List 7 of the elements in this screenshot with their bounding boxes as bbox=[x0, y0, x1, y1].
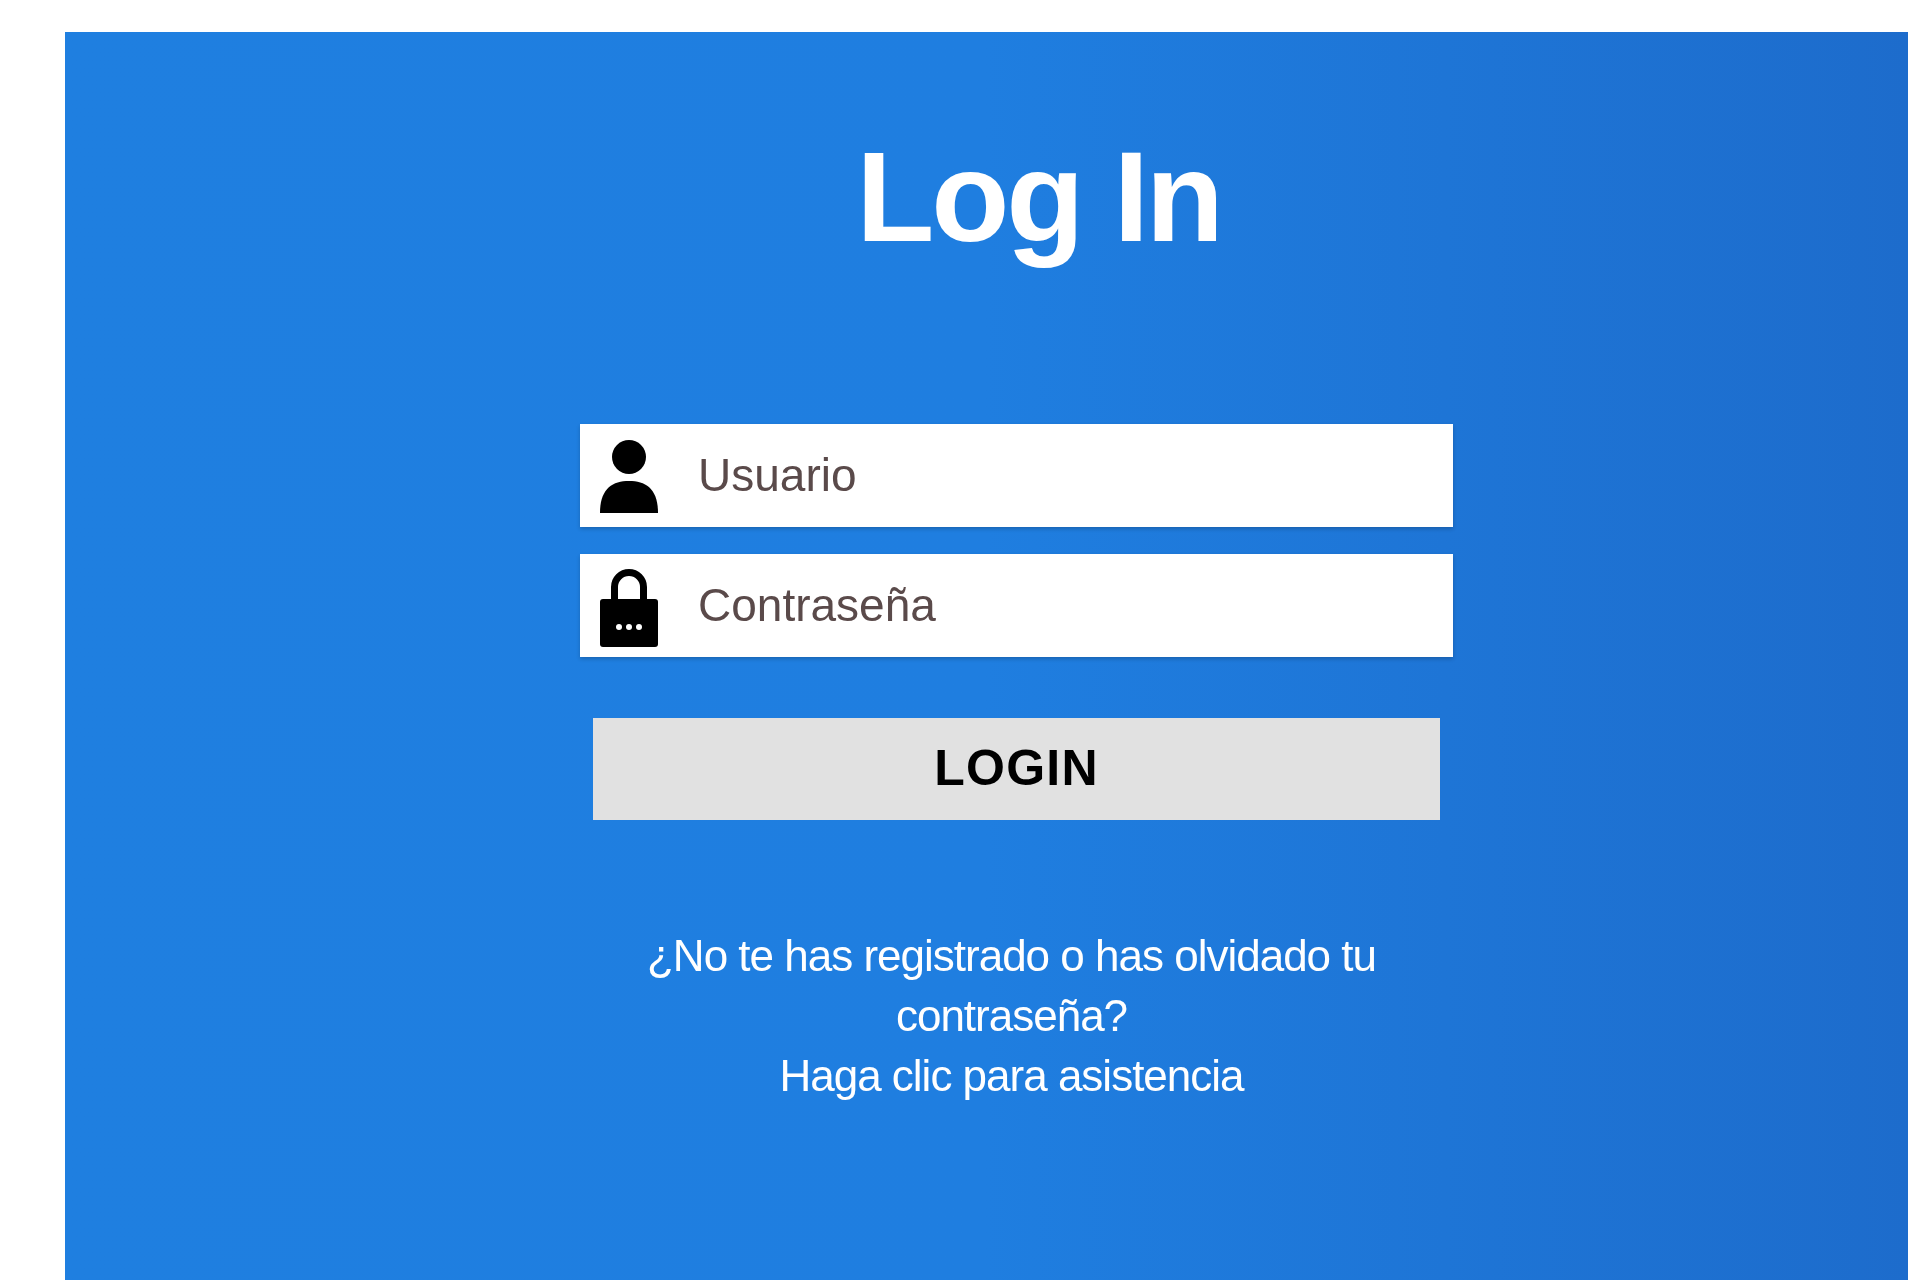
username-field[interactable]: Usuario bbox=[580, 423, 1453, 527]
user-icon bbox=[598, 437, 660, 514]
password-field[interactable]: Contraseña bbox=[580, 553, 1453, 657]
help-link[interactable]: Haga clic para asistencia bbox=[779, 1045, 1244, 1106]
login-button[interactable]: LOGIN bbox=[593, 717, 1440, 820]
help-text: ¿No te has registrado o has olvidado tu contraseña? bbox=[646, 929, 1377, 1042]
page-title: Log In bbox=[856, 124, 1221, 270]
